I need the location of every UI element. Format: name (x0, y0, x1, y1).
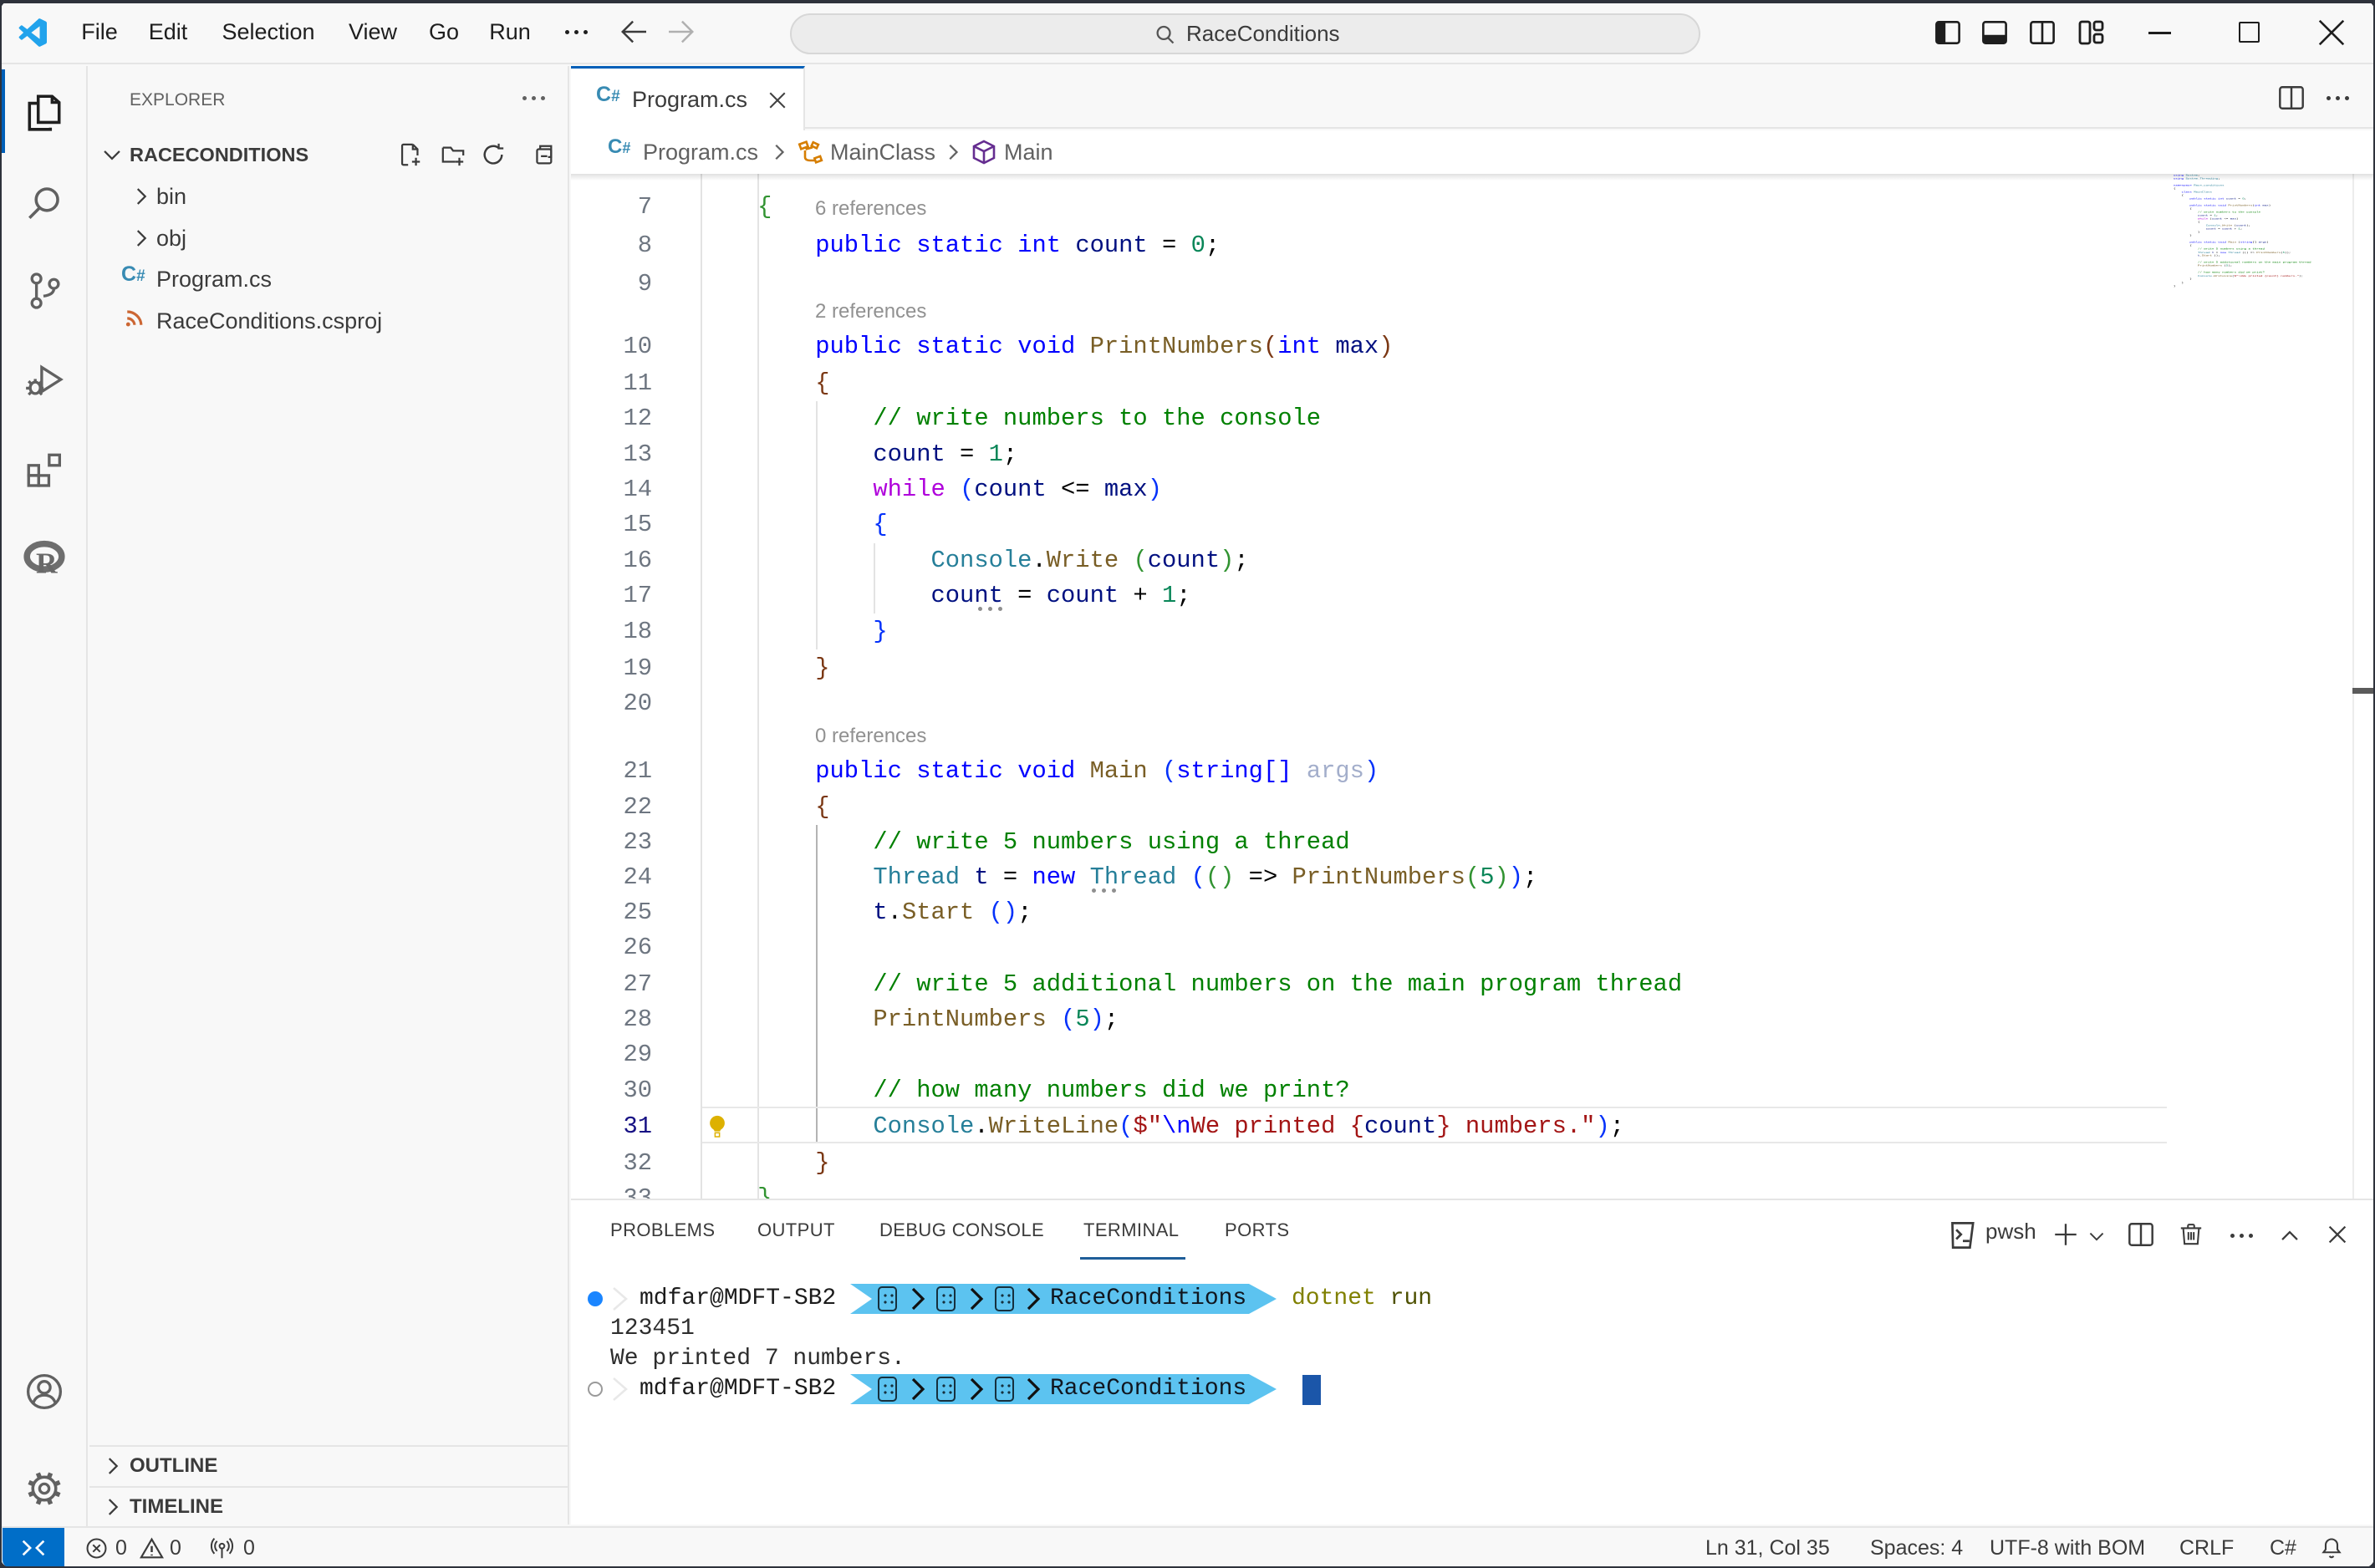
svg-text:R: R (36, 547, 58, 580)
